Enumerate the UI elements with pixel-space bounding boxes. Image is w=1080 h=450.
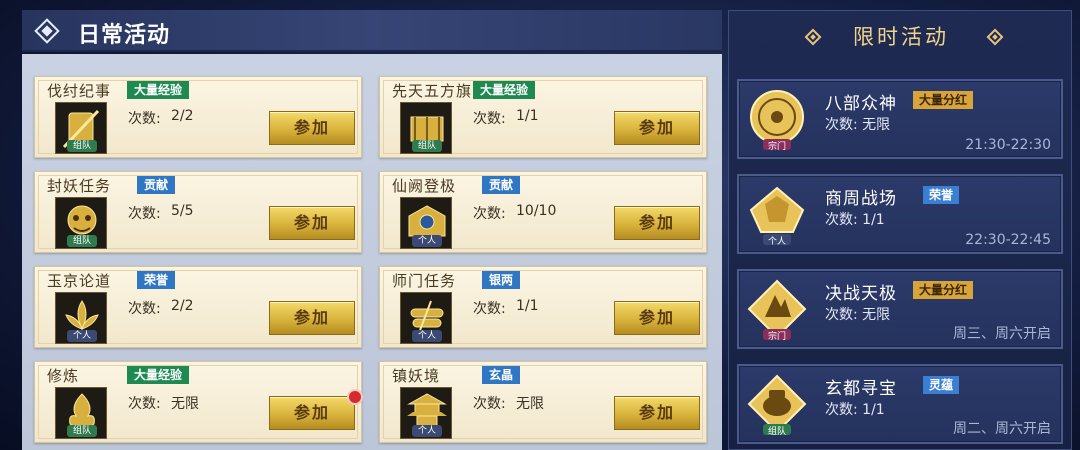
reward-tag: 荣誉 [137, 271, 176, 289]
mode-badge: 组队 [767, 427, 786, 437]
count-label: 次数: [128, 396, 161, 412]
mode-badge: 宗门 [767, 332, 786, 342]
activity-card: 先天五方旗 大量经验 组队 次数: 1/1 参加 [379, 76, 707, 158]
panel-title: 日常活动 [78, 23, 171, 48]
count-text: 次数: 无限 [825, 117, 891, 133]
activity-name: 仙阙登极 [392, 177, 457, 195]
mode-badge: 个人 [412, 330, 442, 342]
reward-tag: 贡献 [137, 176, 176, 194]
join-button[interactable]: 参加 [614, 206, 700, 240]
reward-tag: 大量经验 [473, 81, 536, 99]
reward-tag: 大量分红 [913, 91, 974, 109]
scroll-sword-icon: 组队 [55, 102, 107, 154]
count-value: 无限 [516, 396, 544, 412]
activity-card: 封妖任务 贡献 组队 次数: 5/5 参加 [34, 171, 362, 253]
event-time: 周二、周六开启 [953, 421, 1051, 437]
activity-card: 修炼 大量经验 组队 次数: 无限 参加 [34, 361, 363, 443]
count-text: 次数: 1/1 [825, 212, 885, 228]
event-card[interactable]: 个人 商周战场 荣誉 次数: 1/1 22:30-22:45 [737, 174, 1063, 254]
limited-events-header: 限时活动 [729, 11, 1073, 63]
activity-name: 镇妖境 [392, 367, 441, 385]
activity-name: 修炼 [47, 367, 80, 385]
reward-tag: 贡献 [482, 176, 521, 194]
activity-card: 镇妖境 玄晶 个人 次数: 无限 参加 [379, 361, 707, 443]
count-label: 次数: [128, 111, 161, 127]
count-value: 2/2 [171, 108, 194, 124]
activity-name: 封妖任务 [47, 177, 112, 195]
reward-tag: 灵蕴 [923, 376, 960, 394]
mode-badge: 个人 [412, 235, 442, 247]
reward-tag: 大量分红 [913, 281, 974, 299]
lotus-crest-icon: 个人 [55, 292, 107, 344]
flag-bundle-icon: 组队 [400, 102, 452, 154]
count-label: 次数: [128, 301, 161, 317]
reward-tag: 荣誉 [923, 186, 960, 204]
event-card[interactable]: 组队 玄都寻宝 灵蕴 次数: 1/1 周二、周六开启 [737, 364, 1063, 444]
event-name: 八部众神 [825, 94, 897, 114]
count-value: 1/1 [516, 108, 539, 124]
scroll-bundle-icon: 个人 [400, 292, 452, 344]
count-value: 10/10 [516, 203, 557, 219]
pagoda-icon: 个人 [400, 387, 452, 439]
limited-events-panel: 限时活动 宗门 八部众神 大量分红 次数: 无限 21:30-22:30 个人 … [728, 10, 1072, 450]
count-value: 2/2 [171, 298, 194, 314]
activity-name: 伐纣纪事 [47, 82, 112, 100]
reward-tag: 大量经验 [127, 366, 190, 384]
reward-tag: 银两 [482, 271, 521, 289]
daily-activities-header: 日常活动 [22, 10, 722, 52]
join-button[interactable]: 参加 [269, 111, 355, 145]
count-label: 次数: [473, 396, 506, 412]
daily-activities-panel: 日常活动 伐纣纪事 大量经验 组队 次数: 2/2 参加 先天五方旗 大量经验 … [22, 10, 722, 450]
mode-badge: 宗门 [767, 142, 786, 152]
mode-badge: 组队 [412, 140, 442, 152]
join-button[interactable]: 参加 [614, 111, 700, 145]
notification-dot [347, 389, 363, 405]
reward-tag: 大量经验 [127, 81, 190, 99]
flame-crest-icon: 组队 [55, 387, 107, 439]
celestial-gate-icon: 个人 [400, 197, 452, 249]
event-card[interactable]: 宗门 八部众神 大量分红 次数: 无限 21:30-22:30 [737, 79, 1063, 159]
mode-badge: 组队 [67, 140, 97, 152]
join-button[interactable]: 参加 [614, 396, 700, 430]
count-value: 1/1 [516, 298, 539, 314]
count-label: 次数: [473, 111, 506, 127]
count-label: 次数: [473, 206, 506, 222]
reward-tag: 玄晶 [482, 366, 521, 384]
event-time: 22:30-22:45 [965, 232, 1051, 248]
count-label: 次数: [128, 206, 161, 222]
count-label: 次数: [473, 301, 506, 317]
event-card[interactable]: 宗门 决战天极 大量分红 次数: 无限 周三、周六开启 [737, 269, 1063, 349]
mode-badge: 个人 [412, 425, 442, 437]
activity-name: 师门任务 [392, 272, 457, 290]
activity-name: 玉京论道 [47, 272, 112, 290]
join-button[interactable]: 参加 [269, 206, 355, 240]
count-value: 5/5 [171, 203, 194, 219]
event-name: 玄都寻宝 [825, 379, 897, 399]
activity-name: 先天五方旗 [392, 82, 473, 100]
activity-list: 伐纣纪事 大量经验 组队 次数: 2/2 参加 先天五方旗 大量经验 组队 次数… [22, 54, 722, 450]
demon-mask-icon: 组队 [55, 197, 107, 249]
panel-title: 限时活动 [853, 25, 949, 49]
join-button[interactable]: 参加 [614, 301, 700, 335]
activity-card: 师门任务 银两 个人 次数: 1/1 参加 [379, 266, 707, 348]
activity-card: 伐纣纪事 大量经验 组队 次数: 2/2 参加 [34, 76, 362, 158]
join-button[interactable]: 参加 [269, 396, 355, 430]
event-time: 周三、周六开启 [953, 326, 1051, 342]
mode-badge: 个人 [67, 330, 97, 342]
mode-badge: 组队 [67, 235, 97, 247]
event-name: 商周战场 [825, 189, 897, 209]
join-button[interactable]: 参加 [269, 301, 355, 335]
mode-badge: 个人 [767, 237, 786, 247]
activity-card: 仙阙登极 贡献 个人 次数: 10/10 参加 [379, 171, 707, 253]
event-time: 21:30-22:30 [965, 137, 1051, 153]
count-text: 次数: 1/1 [825, 402, 885, 418]
count-value: 无限 [171, 396, 199, 412]
activity-card: 玉京论道 荣誉 个人 次数: 2/2 参加 [34, 266, 362, 348]
event-name: 决战天极 [825, 284, 897, 304]
count-text: 次数: 无限 [825, 307, 891, 323]
mode-badge: 组队 [67, 425, 97, 437]
diamond-icon [34, 18, 60, 44]
